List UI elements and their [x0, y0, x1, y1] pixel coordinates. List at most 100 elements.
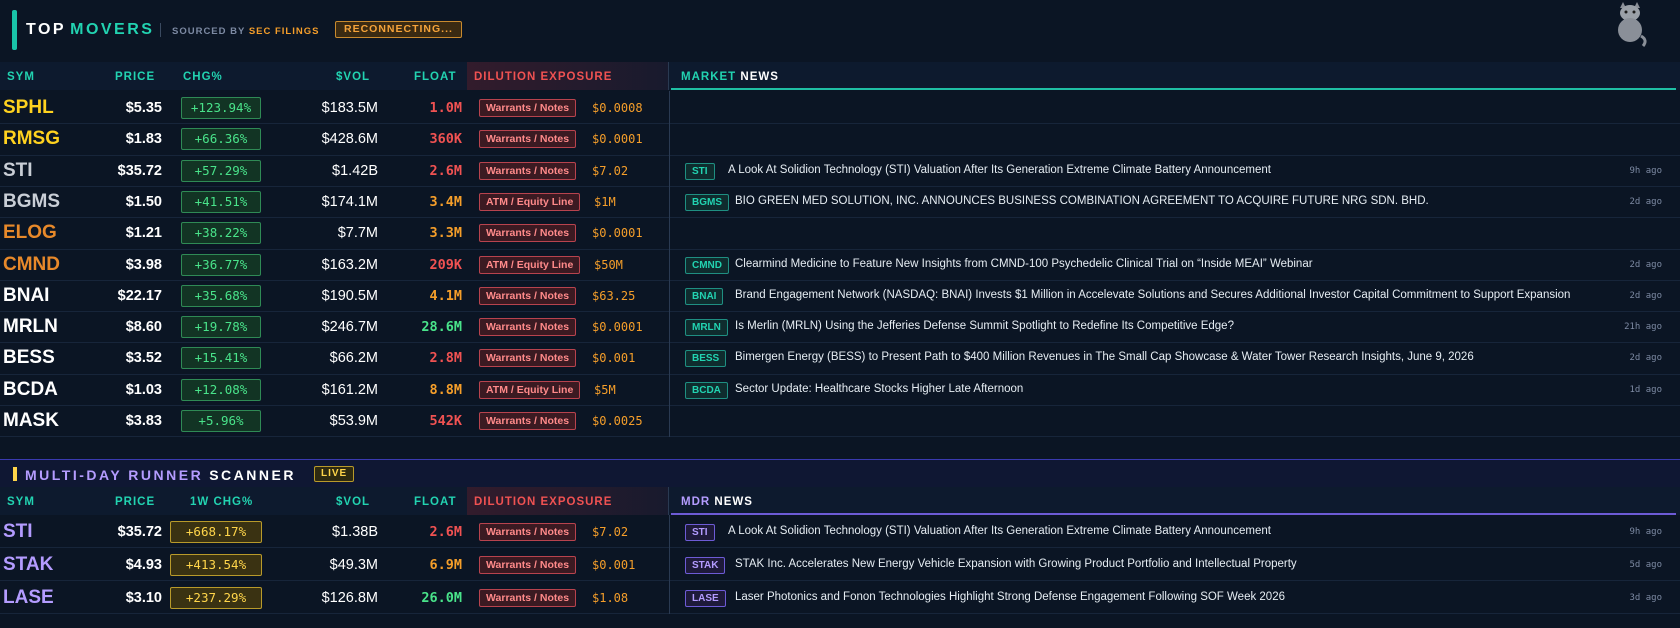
news-ticker-tag[interactable]: BESS [685, 350, 727, 368]
table-row[interactable]: BESS $3.52 +15.41% $66.2M 2.8M Warrants / Not… [0, 341, 1680, 375]
mdr-col-vol[interactable]: $VOL [336, 496, 370, 508]
dilution-type-badge[interactable]: ATM / Equity Line [479, 192, 581, 211]
dilution-type-badge[interactable]: Warrants / Notes [479, 161, 577, 180]
dilution-type-badge[interactable]: ATM / Equity Line [479, 255, 581, 274]
ticker-symbol[interactable]: BNAI [3, 285, 49, 307]
dilution-type-badge[interactable]: Warrants / Notes [479, 130, 577, 149]
table-row[interactable]: BNAI $22.17 +35.68% $190.5M 4.1M Warrants / N… [0, 278, 1680, 313]
news-headline-link[interactable]: Is Merlin (MRLN) Using the Jefferies Def… [735, 320, 1234, 332]
ticker-symbol[interactable]: ELOG [3, 222, 57, 244]
dilution-type-badge[interactable]: Warrants / Notes [479, 318, 577, 337]
col-vol[interactable]: $VOL [336, 71, 370, 83]
dilution-type-badge[interactable]: Warrants / Notes [479, 412, 577, 430]
news-ticker-tag[interactable]: MRLN [685, 319, 728, 337]
table-row[interactable]: STAK $4.93 +413.54% $49.3M 6.9M Warrants / No… [0, 548, 1680, 582]
live-badge: LIVE [314, 466, 355, 482]
news-ticker-tag[interactable]: LASE [685, 590, 726, 607]
price-value: $22.17 [117, 287, 162, 304]
table-row[interactable]: LASE $3.10 +237.29% $126.8M 26.0M Warrants / … [0, 581, 1680, 615]
column-divider [669, 216, 670, 250]
ticker-symbol[interactable]: STI [3, 160, 33, 182]
news-ticker-tag[interactable]: BGMS [685, 193, 729, 211]
mdr-col-float[interactable]: FLOAT [414, 496, 456, 508]
news-headline-link[interactable]: A Look At Solidion Technology (STI) Valu… [728, 164, 1271, 176]
float-value: 3.3M [429, 225, 462, 242]
table-row[interactable]: SPHL $5.35 +123.94% $183.5M 1.0M Warrants / N… [0, 91, 1680, 125]
news-ticker-tag[interactable]: BNAI [685, 287, 724, 305]
dilution-type-badge[interactable]: Warrants / Notes [479, 523, 577, 541]
table-row[interactable]: MRLN $8.60 +19.78% $246.7M 28.6M Warrants / N… [0, 310, 1680, 344]
ticker-symbol[interactable]: CMND [3, 254, 60, 276]
news-timestamp: 2d ago [1629, 196, 1662, 207]
news-headline-link[interactable]: Laser Photonics and Fonon Technologies H… [735, 591, 1285, 603]
news-headline-link[interactable]: Bimergen Energy (BESS) to Present Path t… [735, 351, 1474, 363]
ticker-symbol[interactable]: MRLN [3, 316, 58, 338]
news-ticker-tag[interactable]: CMND [685, 256, 729, 274]
table-row[interactable]: CMND $3.98 +36.77% $163.2M 209K ATM / Equity … [0, 247, 1680, 281]
ticker-symbol[interactable]: LASE [3, 587, 54, 609]
change-percent-badge: +57.29% [181, 159, 261, 182]
col-chg[interactable]: CHG% [183, 71, 223, 83]
ticker-symbol[interactable]: BGMS [3, 191, 60, 213]
table-row[interactable]: ELOG $1.21 +38.22% $7.7M 3.3M Warrants / Note… [0, 216, 1680, 250]
float-value: 4.1M [429, 287, 462, 304]
dilution-type-badge[interactable]: Warrants / Notes [479, 556, 577, 574]
news-ticker-tag[interactable]: STI [685, 162, 715, 180]
float-value: 2.8M [429, 350, 462, 367]
column-divider [669, 153, 670, 187]
mdr-col-sym[interactable]: SYM [7, 496, 35, 508]
col-float[interactable]: FLOAT [414, 71, 456, 83]
news-headline-link[interactable]: BIO GREEN MED SOLUTION, INC. ANNOUNCES B… [735, 195, 1429, 207]
col-sym[interactable]: SYM [7, 71, 35, 83]
market-news-title: MARKET NEWS [681, 71, 779, 83]
ticker-symbol[interactable]: BCDA [3, 379, 58, 401]
news-ticker-tag[interactable]: STI [685, 524, 715, 541]
news-headline-link[interactable]: A Look At Solidion Technology (STI) Valu… [728, 525, 1271, 537]
dilution-price-value: $0.001 [592, 558, 636, 572]
table-row[interactable]: RMSG $1.83 +66.36% $428.6M 360K Warrants / No… [0, 122, 1680, 156]
col-dilution[interactable]: DILUTION EXPOSURE [474, 71, 612, 83]
dilution-price-value: $7.02 [592, 163, 629, 178]
dilution-type-badge[interactable]: ATM / Equity Line [479, 380, 581, 399]
ticker-symbol[interactable]: MASK [3, 410, 59, 432]
ticker-symbol[interactable]: BESS [3, 347, 55, 369]
news-timestamp: 2d ago [1629, 290, 1662, 301]
dilution-price-value: $5M [594, 382, 616, 397]
change-percent-badge: +237.29% [170, 587, 262, 609]
news-headline-link[interactable]: Sector Update: Healthcare Stocks Higher … [735, 383, 1023, 395]
cat-mascot-icon [1618, 2, 1647, 47]
news-headline-link[interactable]: Clearmind Medicine to Feature New Insigh… [735, 258, 1313, 270]
table-row[interactable]: MASK $3.83 +5.96% $53.9M 542K Warrants / Note… [0, 404, 1680, 438]
dilution-type-badge[interactable]: Warrants / Notes [479, 224, 577, 243]
news-headline-link[interactable]: STAK Inc. Accelerates New Energy Vehicle… [735, 558, 1297, 570]
header-separator [160, 23, 161, 37]
news-timestamp: 3d ago [1629, 593, 1662, 603]
float-value: 542K [429, 413, 462, 429]
dilution-type-badge[interactable]: Warrants / Notes [479, 99, 577, 117]
connection-status-badge: RECONNECTING... [335, 21, 462, 38]
top-movers-header: TOP MOVERS SOURCED BY SEC FILINGS RECONNE… [0, 0, 1680, 60]
mdr-col-price[interactable]: PRICE [115, 496, 155, 508]
ticker-symbol[interactable]: STAK [3, 554, 53, 576]
ticker-symbol[interactable]: STI [3, 521, 33, 543]
table-row[interactable]: STI $35.72 +668.17% $1.38B 2.6M Warrants / No… [0, 515, 1680, 549]
ticker-symbol[interactable]: SPHL [3, 97, 54, 119]
float-value: 3.4M [429, 193, 462, 210]
column-divider [669, 515, 670, 549]
table-row[interactable]: STI $35.72 +57.29% $1.42B 2.6M Warrants / Not… [0, 153, 1680, 187]
dilution-type-badge[interactable]: Warrants / Notes [479, 589, 577, 607]
ticker-symbol[interactable]: RMSG [3, 128, 60, 150]
dilution-type-badge[interactable]: Warrants / Notes [479, 349, 577, 368]
news-ticker-tag[interactable]: STAK [685, 557, 726, 574]
news-header-underline [671, 88, 1676, 90]
table-row[interactable]: BCDA $1.03 +12.08% $161.2M 8.8M ATM / Equity … [0, 372, 1680, 407]
dilution-type-badge[interactable]: Warrants / Notes [479, 286, 577, 305]
mdr-col-dilution[interactable]: DILUTION EXPOSURE [474, 496, 612, 508]
news-suffix: NEWS [740, 71, 779, 83]
mdr-col-chg[interactable]: 1W CHG% [190, 496, 253, 508]
news-ticker-tag[interactable]: BCDA [685, 381, 728, 399]
table-row[interactable]: BGMS $1.50 +41.51% $174.1M 3.4M ATM / Equity … [0, 184, 1680, 219]
col-price[interactable]: PRICE [115, 71, 155, 83]
news-headline-link[interactable]: Brand Engagement Network (NASDAQ: BNAI) … [735, 289, 1570, 301]
mdr-news-prefix: MDR [681, 496, 711, 508]
